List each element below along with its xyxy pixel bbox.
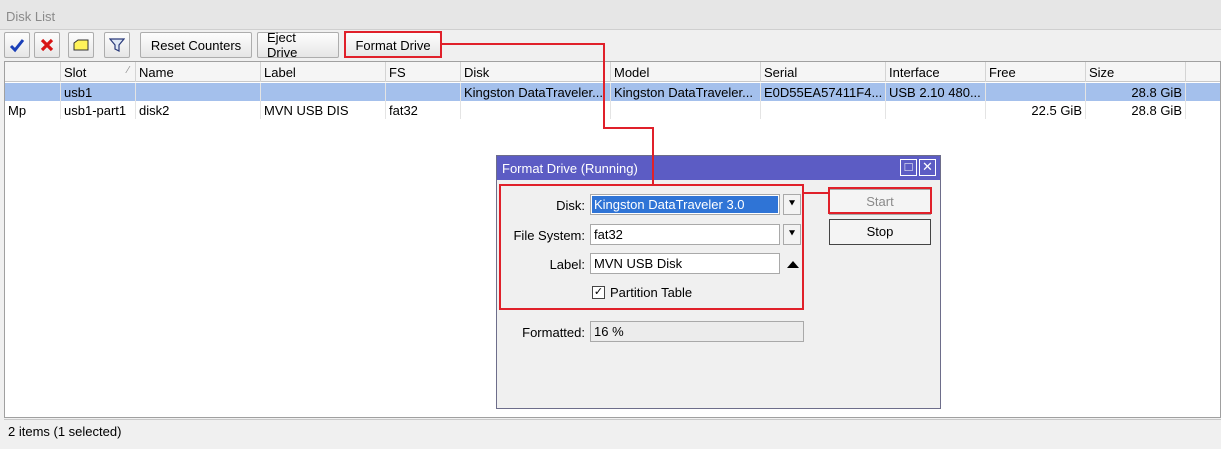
table-row[interactable]: usb1 Kingston DataTraveler... Kingston D… — [5, 83, 1220, 101]
cell-disk: Kingston DataTraveler... — [461, 83, 611, 101]
cell-disk — [461, 101, 611, 119]
dialog-title: Format Drive (Running) — [497, 156, 940, 180]
cell-flag — [5, 83, 61, 101]
partition-table-label: Partition Table — [610, 285, 693, 300]
cell-fs — [386, 83, 461, 101]
reset-counters-button[interactable]: Reset Counters — [140, 32, 252, 58]
col-disk[interactable]: Disk — [461, 62, 611, 82]
cell-name — [136, 83, 261, 101]
format-drive-button[interactable]: Format Drive — [345, 32, 441, 58]
cell-size: 28.8 GiB — [1086, 83, 1186, 101]
disk-select-value: Kingston DataTraveler 3.0 — [592, 196, 778, 213]
cell-name: disk2 — [136, 101, 261, 119]
col-model[interactable]: Model — [611, 62, 761, 82]
cell-label — [261, 83, 386, 101]
col-fs[interactable]: FS — [386, 62, 461, 82]
col-slot[interactable]: Slot ⁄ — [61, 62, 136, 82]
sort-indicator-icon: ⁄ — [127, 65, 129, 76]
cell-interface: USB 2.10 480... — [886, 83, 986, 101]
cell-free: 22.5 GiB — [986, 101, 1086, 119]
window-title: Disk List — [0, 0, 1221, 30]
partition-table-checkbox[interactable]: ✓ — [592, 286, 605, 299]
col-interface[interactable]: Interface — [886, 62, 986, 82]
comment-note-icon[interactable] — [68, 32, 94, 58]
toolbar: Reset Counters Eject Drive Format Drive — [0, 30, 1221, 60]
cell-model: Kingston DataTraveler... — [611, 83, 761, 101]
col-label[interactable]: Label — [261, 62, 386, 82]
table-header: Slot ⁄ Name Label FS Disk Model Serial In… — [5, 62, 1220, 82]
disk-label: Disk: — [556, 198, 585, 213]
disk-dropdown-icon[interactable]: ⯆ — [783, 194, 801, 215]
cell-size: 28.8 GiB — [1086, 101, 1186, 119]
cell-serial: E0D55EA57411F4... — [761, 83, 886, 101]
file-system-dropdown-icon[interactable]: ⯆ — [783, 224, 801, 245]
stop-button[interactable]: Stop — [829, 219, 931, 245]
close-icon[interactable]: ✕ — [919, 159, 936, 176]
col-size[interactable]: Size — [1086, 62, 1186, 82]
cell-slot: usb1 — [61, 83, 136, 101]
disk-select[interactable]: Kingston DataTraveler 3.0 — [590, 194, 780, 215]
enable-check-icon[interactable] — [4, 32, 30, 58]
label-input[interactable]: MVN USB Disk — [590, 253, 780, 274]
filter-funnel-icon[interactable] — [104, 32, 130, 58]
eject-drive-button[interactable]: Eject Drive — [257, 30, 339, 60]
cell-slot: usb1-part1 — [61, 101, 136, 119]
cell-interface — [886, 101, 986, 119]
format-drive-dialog: Format Drive (Running) □ ✕ Disk: Kingsto… — [496, 155, 941, 409]
cell-model — [611, 101, 761, 119]
maximize-icon[interactable]: □ — [900, 159, 917, 176]
disable-x-icon[interactable] — [34, 32, 60, 58]
cell-label: MVN USB DIS — [261, 101, 386, 119]
col-free[interactable]: Free — [986, 62, 1086, 82]
file-system-select[interactable]: fat32 — [590, 224, 780, 245]
formatted-progress-field: 16 % — [590, 321, 804, 342]
col-flag[interactable] — [5, 62, 61, 82]
table-row[interactable]: Mp usb1-part1 disk2 MVN USB DIS fat32 22… — [5, 101, 1220, 119]
status-bar: 2 items (1 selected) — [4, 419, 1221, 445]
label-label: Label: — [549, 257, 585, 272]
start-button[interactable]: Start — [829, 189, 931, 215]
col-slot-label: Slot — [64, 65, 87, 80]
cell-flag: Mp — [5, 101, 61, 119]
cell-free — [986, 83, 1086, 101]
cell-serial — [761, 101, 886, 119]
col-name[interactable]: Name — [136, 62, 261, 82]
col-serial[interactable]: Serial — [761, 62, 886, 82]
cell-fs: fat32 — [386, 101, 461, 119]
file-system-label: File System: — [513, 228, 585, 243]
formatted-label: Formatted: — [522, 325, 585, 340]
collapse-up-icon[interactable] — [787, 261, 799, 268]
